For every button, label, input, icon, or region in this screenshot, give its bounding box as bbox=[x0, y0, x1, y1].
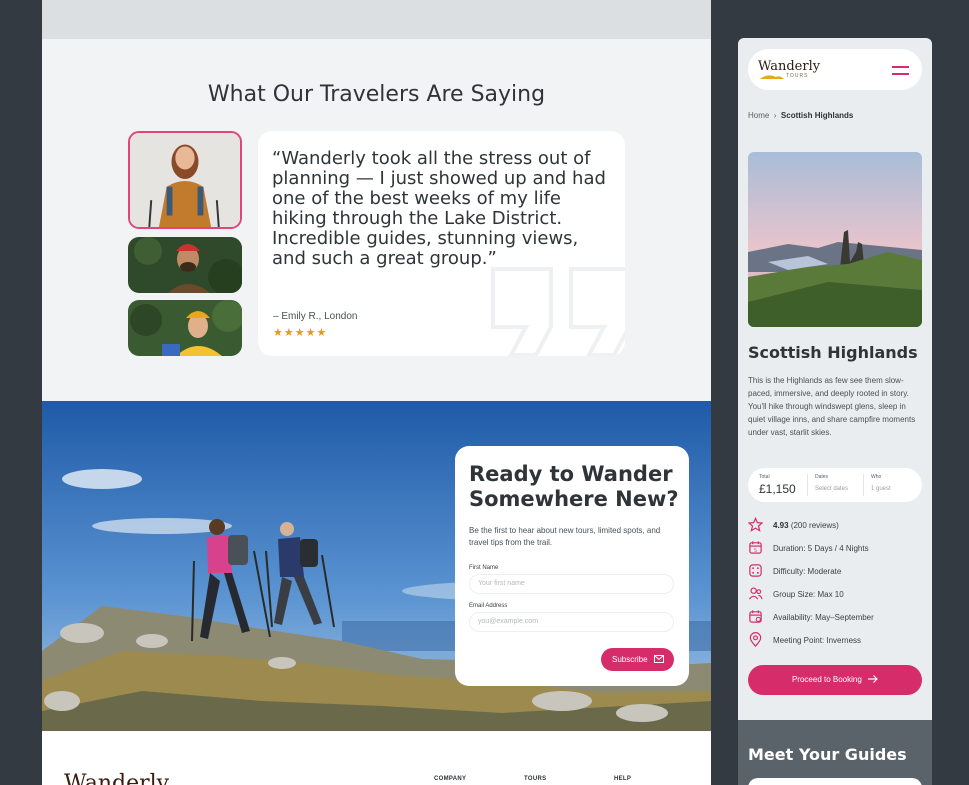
map-pin-icon bbox=[749, 632, 762, 647]
divider bbox=[807, 474, 808, 496]
testimonial-quote: “Wanderly took all the stress out of pla… bbox=[272, 148, 606, 269]
desktop-mockup: What Our Travelers Are Saying “Wanderly … bbox=[42, 0, 711, 785]
duration-text: Duration: 5 Days / 4 Nights bbox=[773, 544, 869, 553]
svg-text:5: 5 bbox=[754, 548, 757, 554]
who-label: Who bbox=[871, 474, 882, 480]
dates-value: Select dates bbox=[815, 486, 849, 492]
dates-field[interactable]: Dates Select dates bbox=[815, 474, 848, 492]
footer-logo[interactable]: Wanderly bbox=[64, 771, 169, 785]
total-label: Total bbox=[759, 474, 770, 480]
meeting-point-text: Meeting Point: Inverness bbox=[773, 636, 862, 645]
calendar-check-icon bbox=[749, 610, 762, 623]
users-icon bbox=[748, 587, 763, 600]
total-field: Total £1,150 bbox=[759, 474, 796, 496]
first-name-input[interactable]: Your first name bbox=[469, 574, 674, 594]
rating-reviews: (200 reviews) bbox=[790, 521, 839, 530]
divider bbox=[863, 474, 864, 496]
fact-availability: Availability: May–September bbox=[748, 610, 924, 634]
quote-icon bbox=[491, 267, 625, 356]
newsletter-description: Be the first to hear about new tours, li… bbox=[469, 526, 661, 547]
who-field[interactable]: Who 1 guest bbox=[871, 474, 891, 492]
breadcrumb-current: Scottish Highlands bbox=[780, 111, 854, 120]
testimonial-avatar-1[interactable] bbox=[128, 131, 242, 229]
dice-icon bbox=[749, 564, 762, 577]
cta-label: Proceed to Booking bbox=[791, 675, 862, 684]
guides-title: Meet Your Guides bbox=[748, 745, 907, 764]
testimonial-author: – Emily R., London bbox=[273, 311, 358, 322]
subscribe-label: Subscribe bbox=[612, 655, 648, 664]
mail-icon bbox=[654, 655, 664, 663]
mobile-logo[interactable]: Wanderly bbox=[758, 59, 820, 74]
footer: Wanderly COMPANY TOURS HELP bbox=[42, 731, 711, 785]
footer-col-help: HELP bbox=[614, 776, 632, 782]
dates-label: Dates bbox=[815, 474, 829, 480]
breadcrumb-home[interactable]: Home bbox=[748, 111, 769, 120]
rating-value: 4.93 bbox=[773, 521, 789, 530]
tour-facts: 4.93 (200 reviews) 5 Duration: 5 Days / … bbox=[748, 517, 924, 657]
breadcrumb-separator: › bbox=[773, 111, 777, 120]
mobile-mockup: Wanderly TOURS Home › Scottish Highlands bbox=[738, 38, 932, 785]
calendar-icon: 5 bbox=[749, 541, 762, 554]
fact-duration: 5 Duration: 5 Days / 4 Nights bbox=[748, 541, 924, 565]
logo-swoosh-icon bbox=[760, 75, 784, 79]
testimonial-avatar-2[interactable] bbox=[128, 237, 242, 293]
newsletter-card: Ready to Wander Somewhere New? Be the fi… bbox=[455, 446, 689, 686]
guides-card[interactable] bbox=[748, 778, 922, 785]
booking-bar: Total £1,150 Dates Select dates Who 1 gu… bbox=[748, 468, 922, 502]
star-icon bbox=[748, 517, 763, 532]
guides-section: Meet Your Guides bbox=[738, 720, 932, 785]
testimonials-title: What Our Travelers Are Saying bbox=[207, 82, 546, 107]
fact-meeting-point: Meeting Point: Inverness bbox=[748, 632, 924, 657]
email-label: Email Address bbox=[469, 603, 508, 609]
availability-text: Availability: May–September bbox=[773, 613, 874, 622]
subscribe-button[interactable]: Subscribe bbox=[601, 648, 674, 671]
top-strip bbox=[42, 0, 711, 39]
arrow-right-icon bbox=[868, 675, 878, 683]
group-size-text: Group Size: Max 10 bbox=[773, 590, 844, 599]
testimonial-avatar-3[interactable] bbox=[128, 300, 242, 356]
first-name-label: First Name bbox=[469, 565, 499, 571]
footer-col-tours: TOURS bbox=[524, 776, 547, 782]
footer-col-company: COMPANY bbox=[434, 776, 467, 782]
proceed-to-booking-button[interactable]: Proceed to Booking bbox=[748, 665, 922, 695]
who-value: 1 guest bbox=[871, 486, 891, 492]
tour-description: This is the Highlands as few see them sl… bbox=[748, 376, 916, 437]
hamburger-icon[interactable] bbox=[892, 66, 909, 75]
fact-group-size: Group Size: Max 10 bbox=[748, 587, 924, 611]
total-value: £1,150 bbox=[759, 482, 796, 496]
fact-difficulty: Difficulty: Moderate bbox=[748, 564, 924, 588]
testimonial-card: “Wanderly took all the stress out of pla… bbox=[258, 131, 625, 356]
newsletter-title: Ready to Wander Somewhere New? bbox=[469, 462, 679, 511]
fact-rating: 4.93 (200 reviews) bbox=[748, 517, 924, 542]
tour-image bbox=[748, 152, 922, 327]
difficulty-text: Difficulty: Moderate bbox=[773, 567, 842, 576]
mobile-logo-sub: TOURS bbox=[786, 73, 809, 79]
tour-title: Scottish Highlands bbox=[748, 343, 918, 362]
rating-stars: ★★★★★ bbox=[273, 327, 328, 339]
mobile-nav: Wanderly TOURS bbox=[748, 49, 922, 90]
breadcrumb: Home › Scottish Highlands bbox=[748, 111, 853, 120]
email-input[interactable]: you@example.com bbox=[469, 612, 674, 632]
